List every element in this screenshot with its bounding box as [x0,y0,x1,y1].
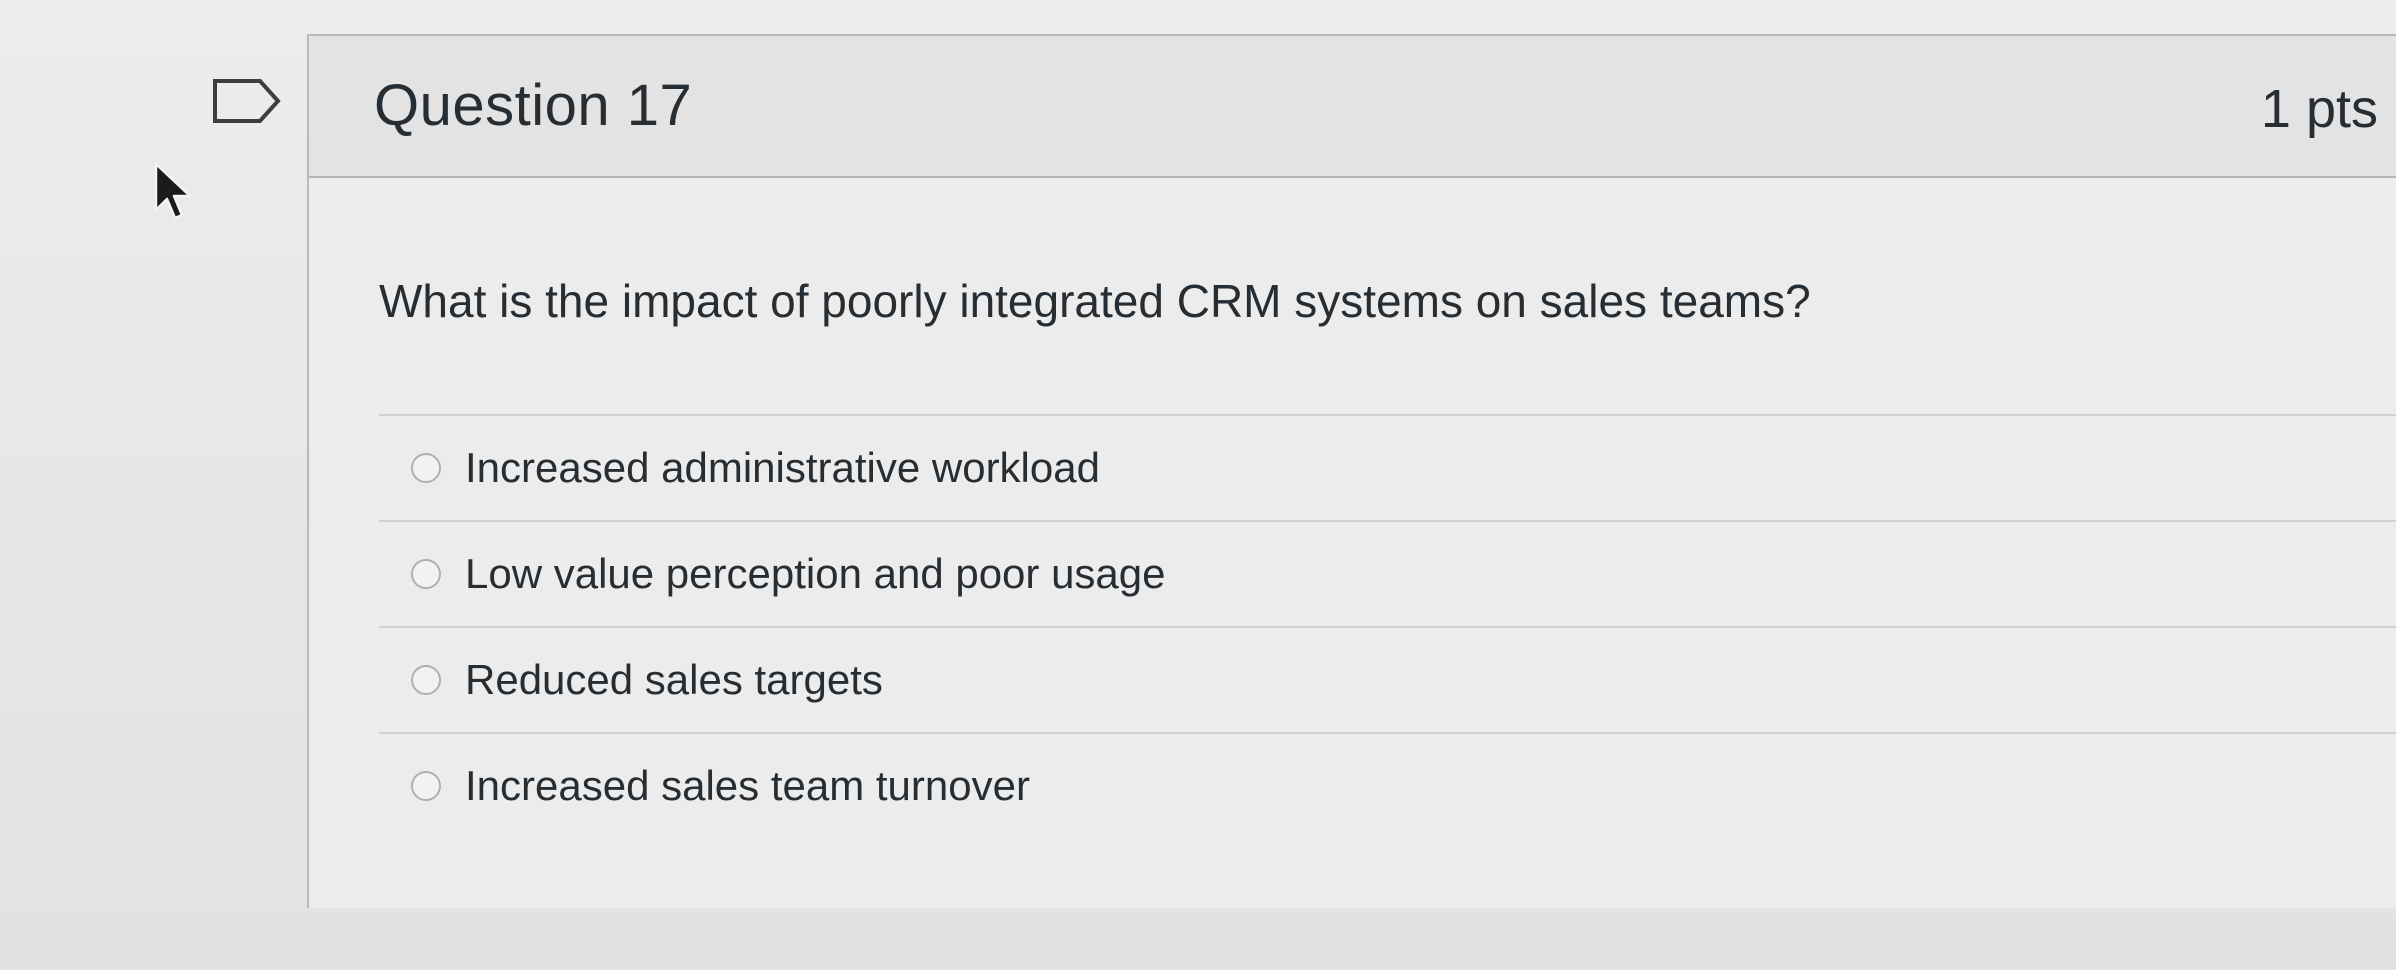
radio-button[interactable] [411,453,441,483]
answer-label[interactable]: Increased administrative workload [465,444,1100,492]
points-value: 1 pts [2260,79,2378,139]
answer-option-4[interactable]: Increased sales team turnover [379,732,2396,838]
answer-option-3[interactable]: Reduced sales targets [379,626,2396,732]
question-title: Question 17 [374,73,693,138]
answer-option-2[interactable]: Low value perception and poor usage [379,520,2396,626]
question-header: Question 17 1 pts [309,36,2396,178]
page: Question 17 1 pts What is the impact of … [0,0,2396,970]
radio-button[interactable] [411,559,441,589]
question-text: What is the impact of poorly integrated … [379,275,1811,327]
answer-option-1[interactable]: Increased administrative workload [379,414,2396,520]
answer-label[interactable]: Increased sales team turnover [465,762,1030,810]
answer-label[interactable]: Low value perception and poor usage [465,550,1166,598]
answer-label[interactable]: Reduced sales targets [465,656,883,704]
cursor-icon [154,162,192,220]
radio-button[interactable] [411,665,441,695]
question-card: Question 17 1 pts What is the impact of … [307,34,2396,908]
flag-icon[interactable] [212,78,282,124]
radio-button[interactable] [411,771,441,801]
answer-list: Increased administrative workload Low va… [379,414,2396,838]
question-body: What is the impact of poorly integrated … [309,178,2396,908]
